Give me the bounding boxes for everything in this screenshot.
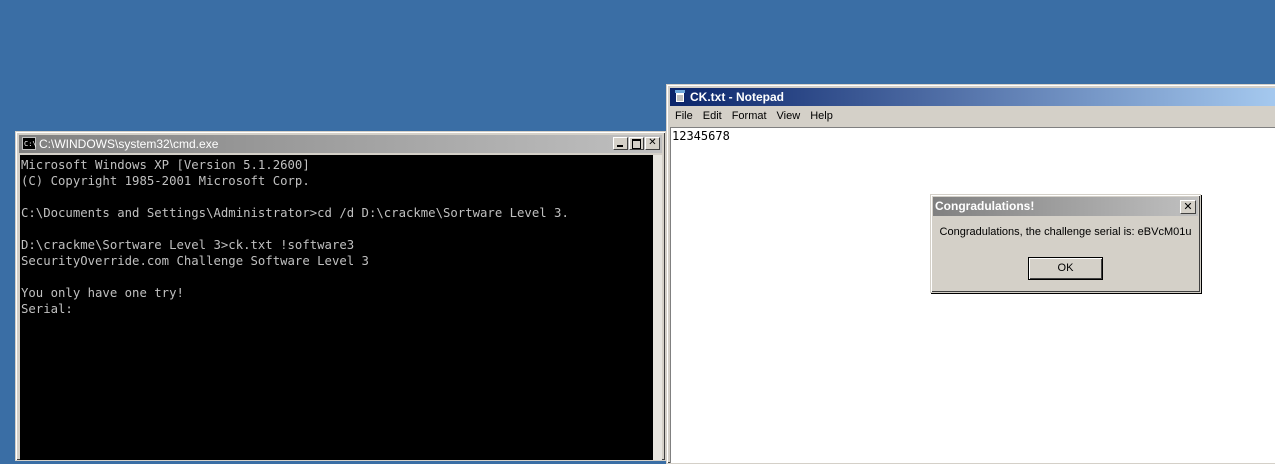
menu-help[interactable]: Help — [805, 107, 838, 125]
notepad-content: 12345678 — [672, 129, 730, 143]
notepad-title: CK.txt - Notepad — [690, 90, 784, 104]
dialog-message: Congradulations, the challenge serial is… — [939, 226, 1192, 238]
console-text: Microsoft Windows XP [Version 5.1.2600] … — [21, 158, 569, 316]
console-icon: C:\ — [22, 137, 36, 150]
console-scrollbar[interactable] — [653, 155, 662, 460]
notepad-icon — [675, 90, 685, 103]
menu-file[interactable]: File — [670, 107, 698, 125]
dialog-title: Congradulations! — [935, 199, 1035, 213]
notepad-titlebar[interactable]: CK.txt - Notepad — [670, 88, 1275, 106]
menu-format[interactable]: Format — [727, 107, 772, 125]
congratulations-dialog[interactable]: Congradulations! ✕ Congradulations, the … — [930, 194, 1201, 293]
close-icon: ✕ — [1183, 200, 1193, 213]
cmd-title: C:\WINDOWS\system32\cmd.exe — [39, 137, 219, 151]
notepad-menubar: File Edit Format View Help — [670, 107, 1275, 125]
maximize-button[interactable] — [629, 137, 644, 150]
console-output[interactable]: Microsoft Windows XP [Version 5.1.2600] … — [20, 155, 653, 460]
cmd-titlebar[interactable]: C:\ C:\WINDOWS\system32\cmd.exe ✕ — [19, 135, 662, 153]
cmd-window[interactable]: C:\ C:\WINDOWS\system32\cmd.exe ✕ Micros… — [15, 131, 666, 461]
dialog-close-button[interactable]: ✕ — [1180, 200, 1196, 214]
maximize-icon — [632, 139, 641, 149]
close-icon: ✕ — [648, 137, 657, 148]
minimize-button[interactable] — [613, 137, 628, 150]
close-button[interactable]: ✕ — [645, 137, 660, 150]
svg-text:C:\: C:\ — [24, 140, 36, 148]
ok-button[interactable]: OK — [1028, 257, 1103, 280]
dialog-titlebar[interactable]: Congradulations! ✕ — [933, 197, 1198, 216]
menu-view[interactable]: View — [772, 107, 806, 125]
menu-edit[interactable]: Edit — [698, 107, 727, 125]
notepad-text-area[interactable]: 12345678 — [670, 127, 1275, 463]
minimize-icon — [617, 145, 623, 147]
